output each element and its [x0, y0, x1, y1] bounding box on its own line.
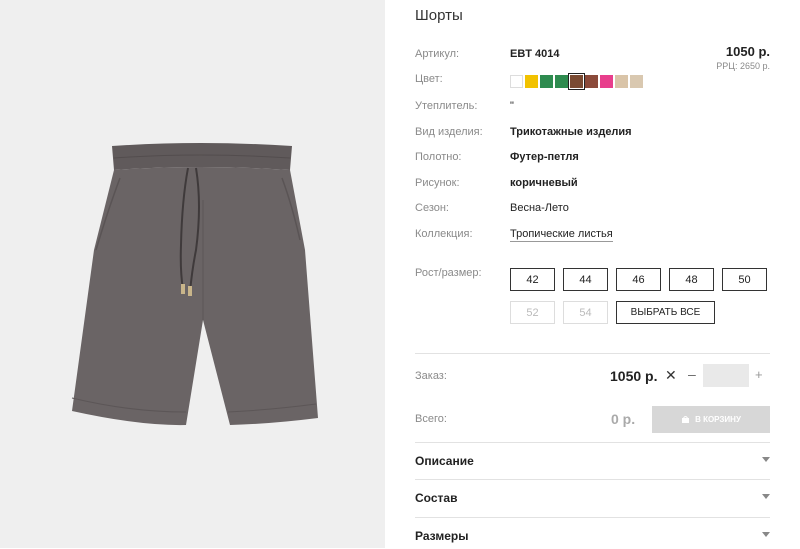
- product-panel: Шорты 1050 р. РРЦ: 2650 р. Артикул: EBT …: [415, 0, 770, 548]
- spec-value: Весна-Лето: [510, 202, 569, 214]
- divider: [415, 479, 770, 480]
- size-option-50[interactable]: 50: [722, 268, 767, 291]
- chevron-down-icon: [762, 532, 770, 537]
- spec-value: EBT 4014: [510, 48, 560, 60]
- product-photo[interactable]: [0, 0, 385, 548]
- total-label: Всего:: [415, 413, 447, 425]
- divider: [415, 353, 770, 354]
- color-swatch[interactable]: [555, 75, 568, 88]
- spec-value: ": [510, 100, 514, 112]
- spec-label: Цвет:: [415, 73, 443, 85]
- add-to-cart-button[interactable]: В КОРЗИНУ: [652, 406, 770, 433]
- spec-label: Утеплитель:: [415, 100, 478, 112]
- spec-value: Трикотажные изделия: [510, 126, 632, 138]
- accordion-description[interactable]: Описание: [415, 454, 770, 474]
- spec-label: Сезон:: [415, 202, 449, 214]
- collection-link[interactable]: Тропические листья: [510, 228, 613, 242]
- size-option-46[interactable]: 46: [616, 268, 661, 291]
- spec-label: Вид изделия:: [415, 126, 483, 138]
- color-swatch[interactable]: [585, 75, 598, 88]
- color-swatch[interactable]: [600, 75, 613, 88]
- size-option-44[interactable]: 44: [563, 268, 608, 291]
- select-all-button[interactable]: ВЫБРАТЬ ВСЕ: [616, 301, 715, 324]
- size-option-48[interactable]: 48: [669, 268, 714, 291]
- total-value: 0 р.: [611, 411, 636, 427]
- rrp-price: РРЦ: 2650 р.: [716, 61, 770, 71]
- spec-value: Футер-петля: [510, 151, 579, 163]
- accordion-title: Описание: [415, 454, 474, 468]
- accordion-title: Состав: [415, 491, 458, 505]
- times-icon: ✕: [665, 367, 677, 383]
- order-label: Заказ:: [415, 370, 447, 382]
- divider: [415, 442, 770, 443]
- chevron-down-icon: [762, 457, 770, 462]
- color-swatch[interactable]: [510, 75, 523, 88]
- divider: [415, 517, 770, 518]
- increment-button[interactable]: +: [755, 367, 763, 382]
- size-option-52: 52: [510, 301, 555, 324]
- color-swatch[interactable]: [615, 75, 628, 88]
- color-swatch[interactable]: [568, 73, 585, 90]
- spec-value: коричневый: [510, 177, 578, 189]
- add-to-cart-label: В КОРЗИНУ: [695, 415, 741, 424]
- quantity-input[interactable]: [703, 364, 749, 387]
- cart-icon: [682, 416, 690, 423]
- size-option-42[interactable]: 42: [510, 268, 555, 291]
- accordion-sizes[interactable]: Размеры: [415, 529, 770, 549]
- size-option-54: 54: [563, 301, 608, 324]
- order-price: 1050 р.: [610, 368, 658, 384]
- accordion-composition[interactable]: Состав: [415, 491, 770, 511]
- size-label: Рост/размер:: [415, 267, 482, 279]
- spec-label: Коллекция:: [415, 228, 473, 240]
- product-title: Шорты: [415, 7, 463, 24]
- spec-label: Полотно:: [415, 151, 462, 163]
- shorts-image: [71, 143, 318, 426]
- decrement-button[interactable]: –: [688, 366, 696, 382]
- product-price: 1050 р.: [725, 44, 770, 59]
- accordion-title: Размеры: [415, 529, 469, 543]
- chevron-down-icon: [762, 494, 770, 499]
- color-swatch[interactable]: [630, 75, 643, 88]
- color-swatch[interactable]: [540, 75, 553, 88]
- spec-label: Рисунок:: [415, 177, 460, 189]
- spec-label: Артикул:: [415, 48, 460, 60]
- color-swatch[interactable]: [525, 75, 538, 88]
